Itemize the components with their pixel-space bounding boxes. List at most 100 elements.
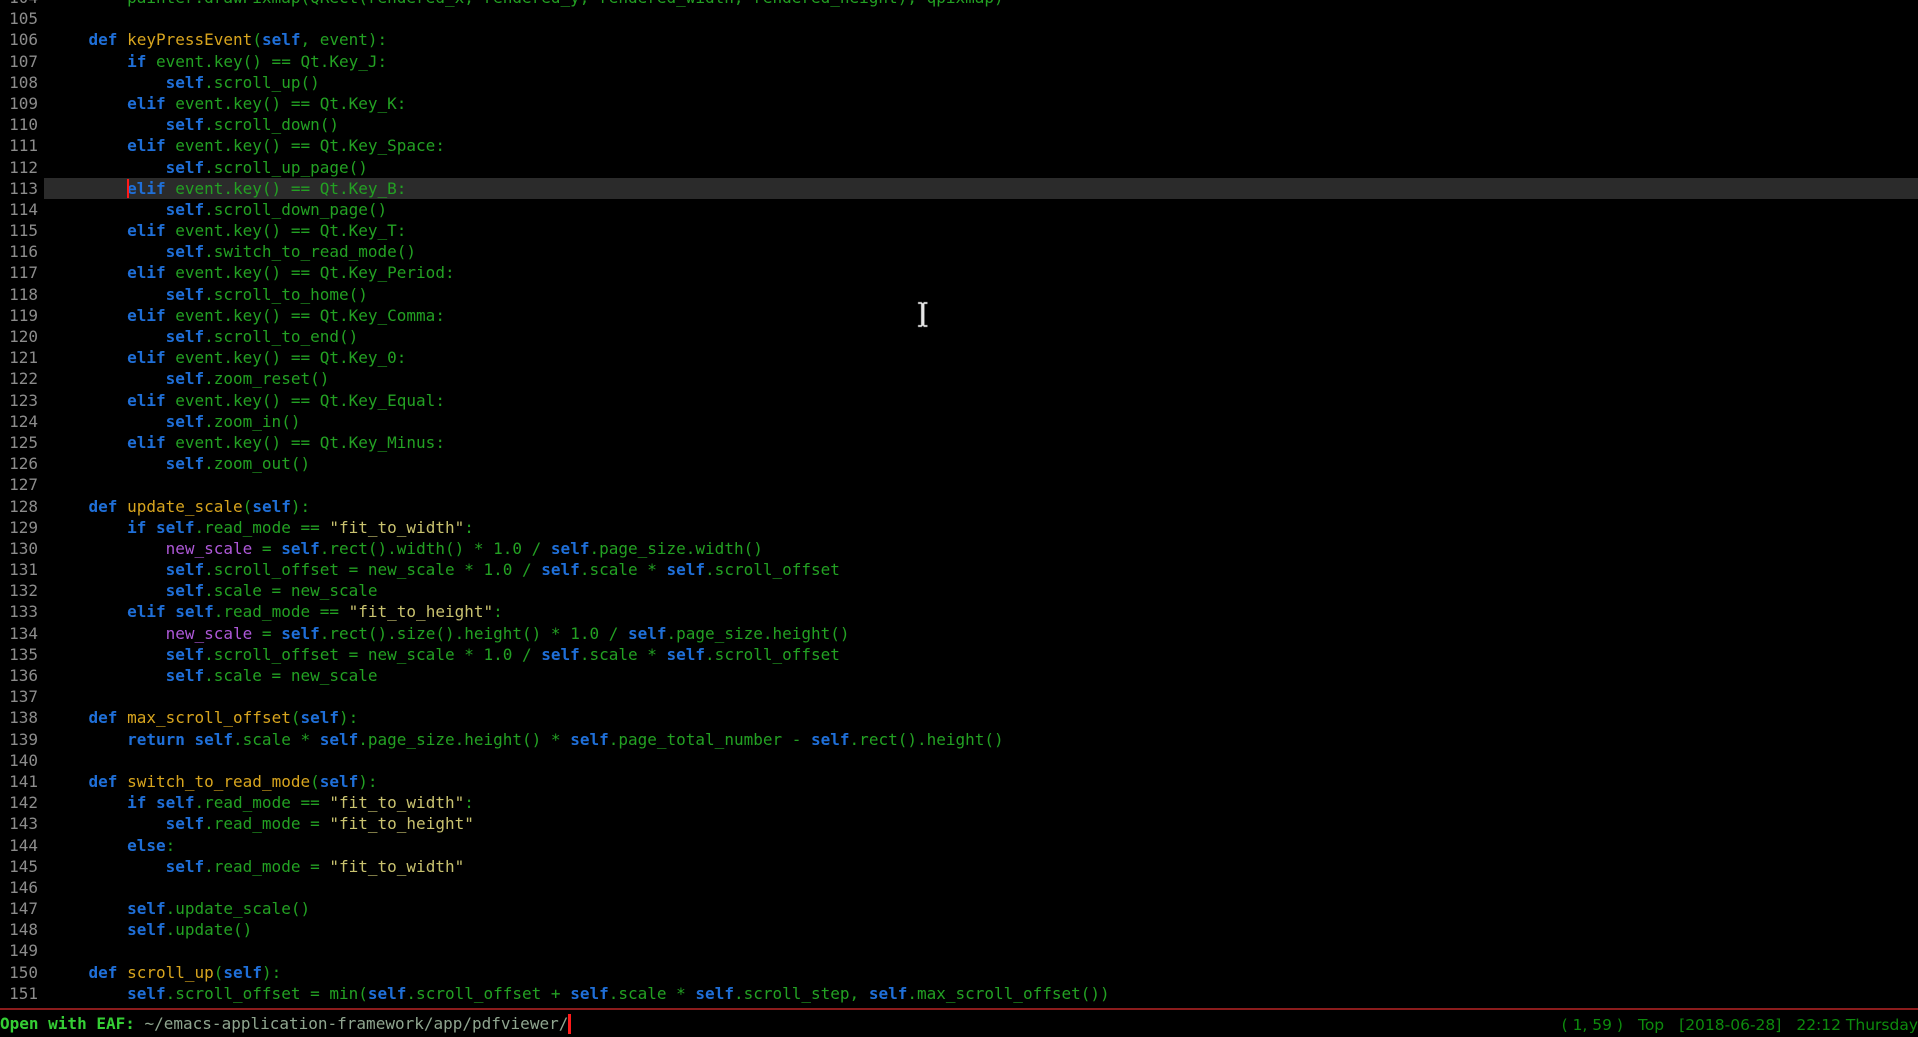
code-text[interactable]: if self.read_mode == "fit_to_width": (44, 517, 1918, 538)
code-text[interactable]: self.scroll_up() (44, 72, 1918, 93)
code-text[interactable]: elif event.key() == Qt.Key_Equal: (44, 390, 1918, 411)
code-line-121[interactable]: 121 elif event.key() == Qt.Key_0: (0, 347, 1918, 368)
code-line-104[interactable]: 104 painter.drawPixmap(QRect(rendered_x,… (0, 0, 1918, 8)
code-line-148[interactable]: 148 self.update() (0, 919, 1918, 940)
code-line-138[interactable]: 138 def max_scroll_offset(self): (0, 707, 1918, 728)
code-text[interactable]: self.read_mode = "fit_to_width" (44, 856, 1918, 877)
code-text[interactable]: self.zoom_reset() (44, 368, 1918, 389)
code-text[interactable]: self.scroll_to_end() (44, 326, 1918, 347)
token-code: .rect().height() (850, 730, 1004, 749)
code-text[interactable] (44, 474, 1918, 495)
code-text[interactable]: painter.drawPixmap(QRect(rendered_x, ren… (44, 0, 1918, 8)
code-text[interactable]: elif event.key() == Qt.Key_B: (44, 178, 1918, 199)
code-line-132[interactable]: 132 self.scale = new_scale (0, 580, 1918, 601)
code-line-131[interactable]: 131 self.scroll_offset = new_scale * 1.0… (0, 559, 1918, 580)
code-line-144[interactable]: 144 else: (0, 835, 1918, 856)
code-line-107[interactable]: 107 if event.key() == Qt.Key_J: (0, 51, 1918, 72)
code-line-146[interactable]: 146 (0, 877, 1918, 898)
code-line-136[interactable]: 136 self.scale = new_scale (0, 665, 1918, 686)
code-text[interactable] (44, 877, 1918, 898)
code-line-109[interactable]: 109 elif event.key() == Qt.Key_K: (0, 93, 1918, 114)
code-line-120[interactable]: 120 self.scroll_to_end() (0, 326, 1918, 347)
code-text[interactable]: if event.key() == Qt.Key_J: (44, 51, 1918, 72)
code-text[interactable]: self.scroll_down_page() (44, 199, 1918, 220)
code-line-115[interactable]: 115 elif event.key() == Qt.Key_T: (0, 220, 1918, 241)
code-text[interactable]: return self.scale * self.page_size.heigh… (44, 729, 1918, 750)
code-line-127[interactable]: 127 (0, 474, 1918, 495)
code-line-116[interactable]: 116 self.switch_to_read_mode() (0, 241, 1918, 262)
code-text[interactable]: elif self.read_mode == "fit_to_height": (44, 601, 1918, 622)
code-text[interactable]: if self.read_mode == "fit_to_width": (44, 792, 1918, 813)
code-line-113[interactable]: 113 elif event.key() == Qt.Key_B: (0, 178, 1918, 199)
code-line-112[interactable]: 112 self.scroll_up_page() (0, 157, 1918, 178)
token-keyword: self (166, 115, 205, 134)
code-line-137[interactable]: 137 (0, 686, 1918, 707)
code-text[interactable] (44, 686, 1918, 707)
code-text[interactable] (44, 940, 1918, 961)
code-text[interactable]: else: (44, 835, 1918, 856)
code-text[interactable]: self.scale = new_scale (44, 665, 1918, 686)
code-line-141[interactable]: 141 def switch_to_read_mode(self): (0, 771, 1918, 792)
code-line-129[interactable]: 129 if self.read_mode == "fit_to_width": (0, 517, 1918, 538)
code-line-133[interactable]: 133 elif self.read_mode == "fit_to_heigh… (0, 601, 1918, 622)
code-line-125[interactable]: 125 elif event.key() == Qt.Key_Minus: (0, 432, 1918, 453)
code-line-145[interactable]: 145 self.read_mode = "fit_to_width" (0, 856, 1918, 877)
code-text[interactable]: elif event.key() == Qt.Key_Period: (44, 262, 1918, 283)
minibuffer-input[interactable]: ~/emacs-application-framework/app/pdfvie… (145, 1014, 569, 1033)
code-text[interactable] (44, 750, 1918, 771)
code-line-143[interactable]: 143 self.read_mode = "fit_to_height" (0, 813, 1918, 834)
code-text[interactable]: def max_scroll_offset(self): (44, 707, 1918, 728)
code-line-124[interactable]: 124 self.zoom_in() (0, 411, 1918, 432)
code-text[interactable]: def update_scale(self): (44, 496, 1918, 517)
code-text[interactable]: self.zoom_out() (44, 453, 1918, 474)
code-text[interactable]: self.switch_to_read_mode() (44, 241, 1918, 262)
code-text[interactable]: def switch_to_read_mode(self): (44, 771, 1918, 792)
code-text[interactable]: new_scale = self.rect().size().height() … (44, 623, 1918, 644)
code-text[interactable] (44, 8, 1918, 29)
code-line-140[interactable]: 140 (0, 750, 1918, 771)
code-line-123[interactable]: 123 elif event.key() == Qt.Key_Equal: (0, 390, 1918, 411)
code-text[interactable]: self.scroll_down() (44, 114, 1918, 135)
code-line-150[interactable]: 150 def scroll_up(self): (0, 962, 1918, 983)
code-text[interactable]: elif event.key() == Qt.Key_Comma: (44, 305, 1918, 326)
code-text[interactable]: elif event.key() == Qt.Key_Space: (44, 135, 1918, 156)
code-text[interactable]: self.zoom_in() (44, 411, 1918, 432)
code-line-105[interactable]: 105 (0, 8, 1918, 29)
code-text[interactable]: self.read_mode = "fit_to_height" (44, 813, 1918, 834)
code-line-114[interactable]: 114 self.scroll_down_page() (0, 199, 1918, 220)
code-line-110[interactable]: 110 self.scroll_down() (0, 114, 1918, 135)
code-line-142[interactable]: 142 if self.read_mode == "fit_to_width": (0, 792, 1918, 813)
code-text[interactable]: new_scale = self.rect().width() * 1.0 / … (44, 538, 1918, 559)
code-text[interactable]: self.scroll_offset = min(self.scroll_off… (44, 983, 1918, 1004)
code-text[interactable]: elif event.key() == Qt.Key_T: (44, 220, 1918, 241)
code-text[interactable]: self.scroll_offset = new_scale * 1.0 / s… (44, 644, 1918, 665)
code-text[interactable]: def scroll_up(self): (44, 962, 1918, 983)
code-line-149[interactable]: 149 (0, 940, 1918, 961)
code-text[interactable]: self.update() (44, 919, 1918, 940)
code-text[interactable]: self.scroll_offset = new_scale * 1.0 / s… (44, 559, 1918, 580)
code-line-130[interactable]: 130 new_scale = self.rect().width() * 1.… (0, 538, 1918, 559)
code-line-106[interactable]: 106 def keyPressEvent(self, event): (0, 29, 1918, 50)
code-line-126[interactable]: 126 self.zoom_out() (0, 453, 1918, 474)
code-text[interactable]: elif event.key() == Qt.Key_Minus: (44, 432, 1918, 453)
code-text[interactable]: self.scroll_to_home() (44, 284, 1918, 305)
code-line-135[interactable]: 135 self.scroll_offset = new_scale * 1.0… (0, 644, 1918, 665)
code-line-119[interactable]: 119 elif event.key() == Qt.Key_Comma: (0, 305, 1918, 326)
code-line-147[interactable]: 147 self.update_scale() (0, 898, 1918, 919)
code-text[interactable]: elif event.key() == Qt.Key_0: (44, 347, 1918, 368)
code-line-118[interactable]: 118 self.scroll_to_home() (0, 284, 1918, 305)
code-text[interactable]: self.scroll_up_page() (44, 157, 1918, 178)
code-line-151[interactable]: 151 self.scroll_offset = min(self.scroll… (0, 983, 1918, 1004)
code-line-134[interactable]: 134 new_scale = self.rect().size().heigh… (0, 623, 1918, 644)
code-text[interactable]: def keyPressEvent(self, event): (44, 29, 1918, 50)
code-text[interactable]: elif event.key() == Qt.Key_K: (44, 93, 1918, 114)
code-line-117[interactable]: 117 elif event.key() == Qt.Key_Period: (0, 262, 1918, 283)
code-line-108[interactable]: 108 self.scroll_up() (0, 72, 1918, 93)
code-line-111[interactable]: 111 elif event.key() == Qt.Key_Space: (0, 135, 1918, 156)
code-text[interactable]: self.scale = new_scale (44, 580, 1918, 601)
editor-buffer[interactable]: 104 painter.drawPixmap(QRect(rendered_x,… (0, 0, 1918, 1008)
code-line-122[interactable]: 122 self.zoom_reset() (0, 368, 1918, 389)
code-line-128[interactable]: 128 def update_scale(self): (0, 496, 1918, 517)
code-text[interactable]: self.update_scale() (44, 898, 1918, 919)
code-line-139[interactable]: 139 return self.scale * self.page_size.h… (0, 729, 1918, 750)
